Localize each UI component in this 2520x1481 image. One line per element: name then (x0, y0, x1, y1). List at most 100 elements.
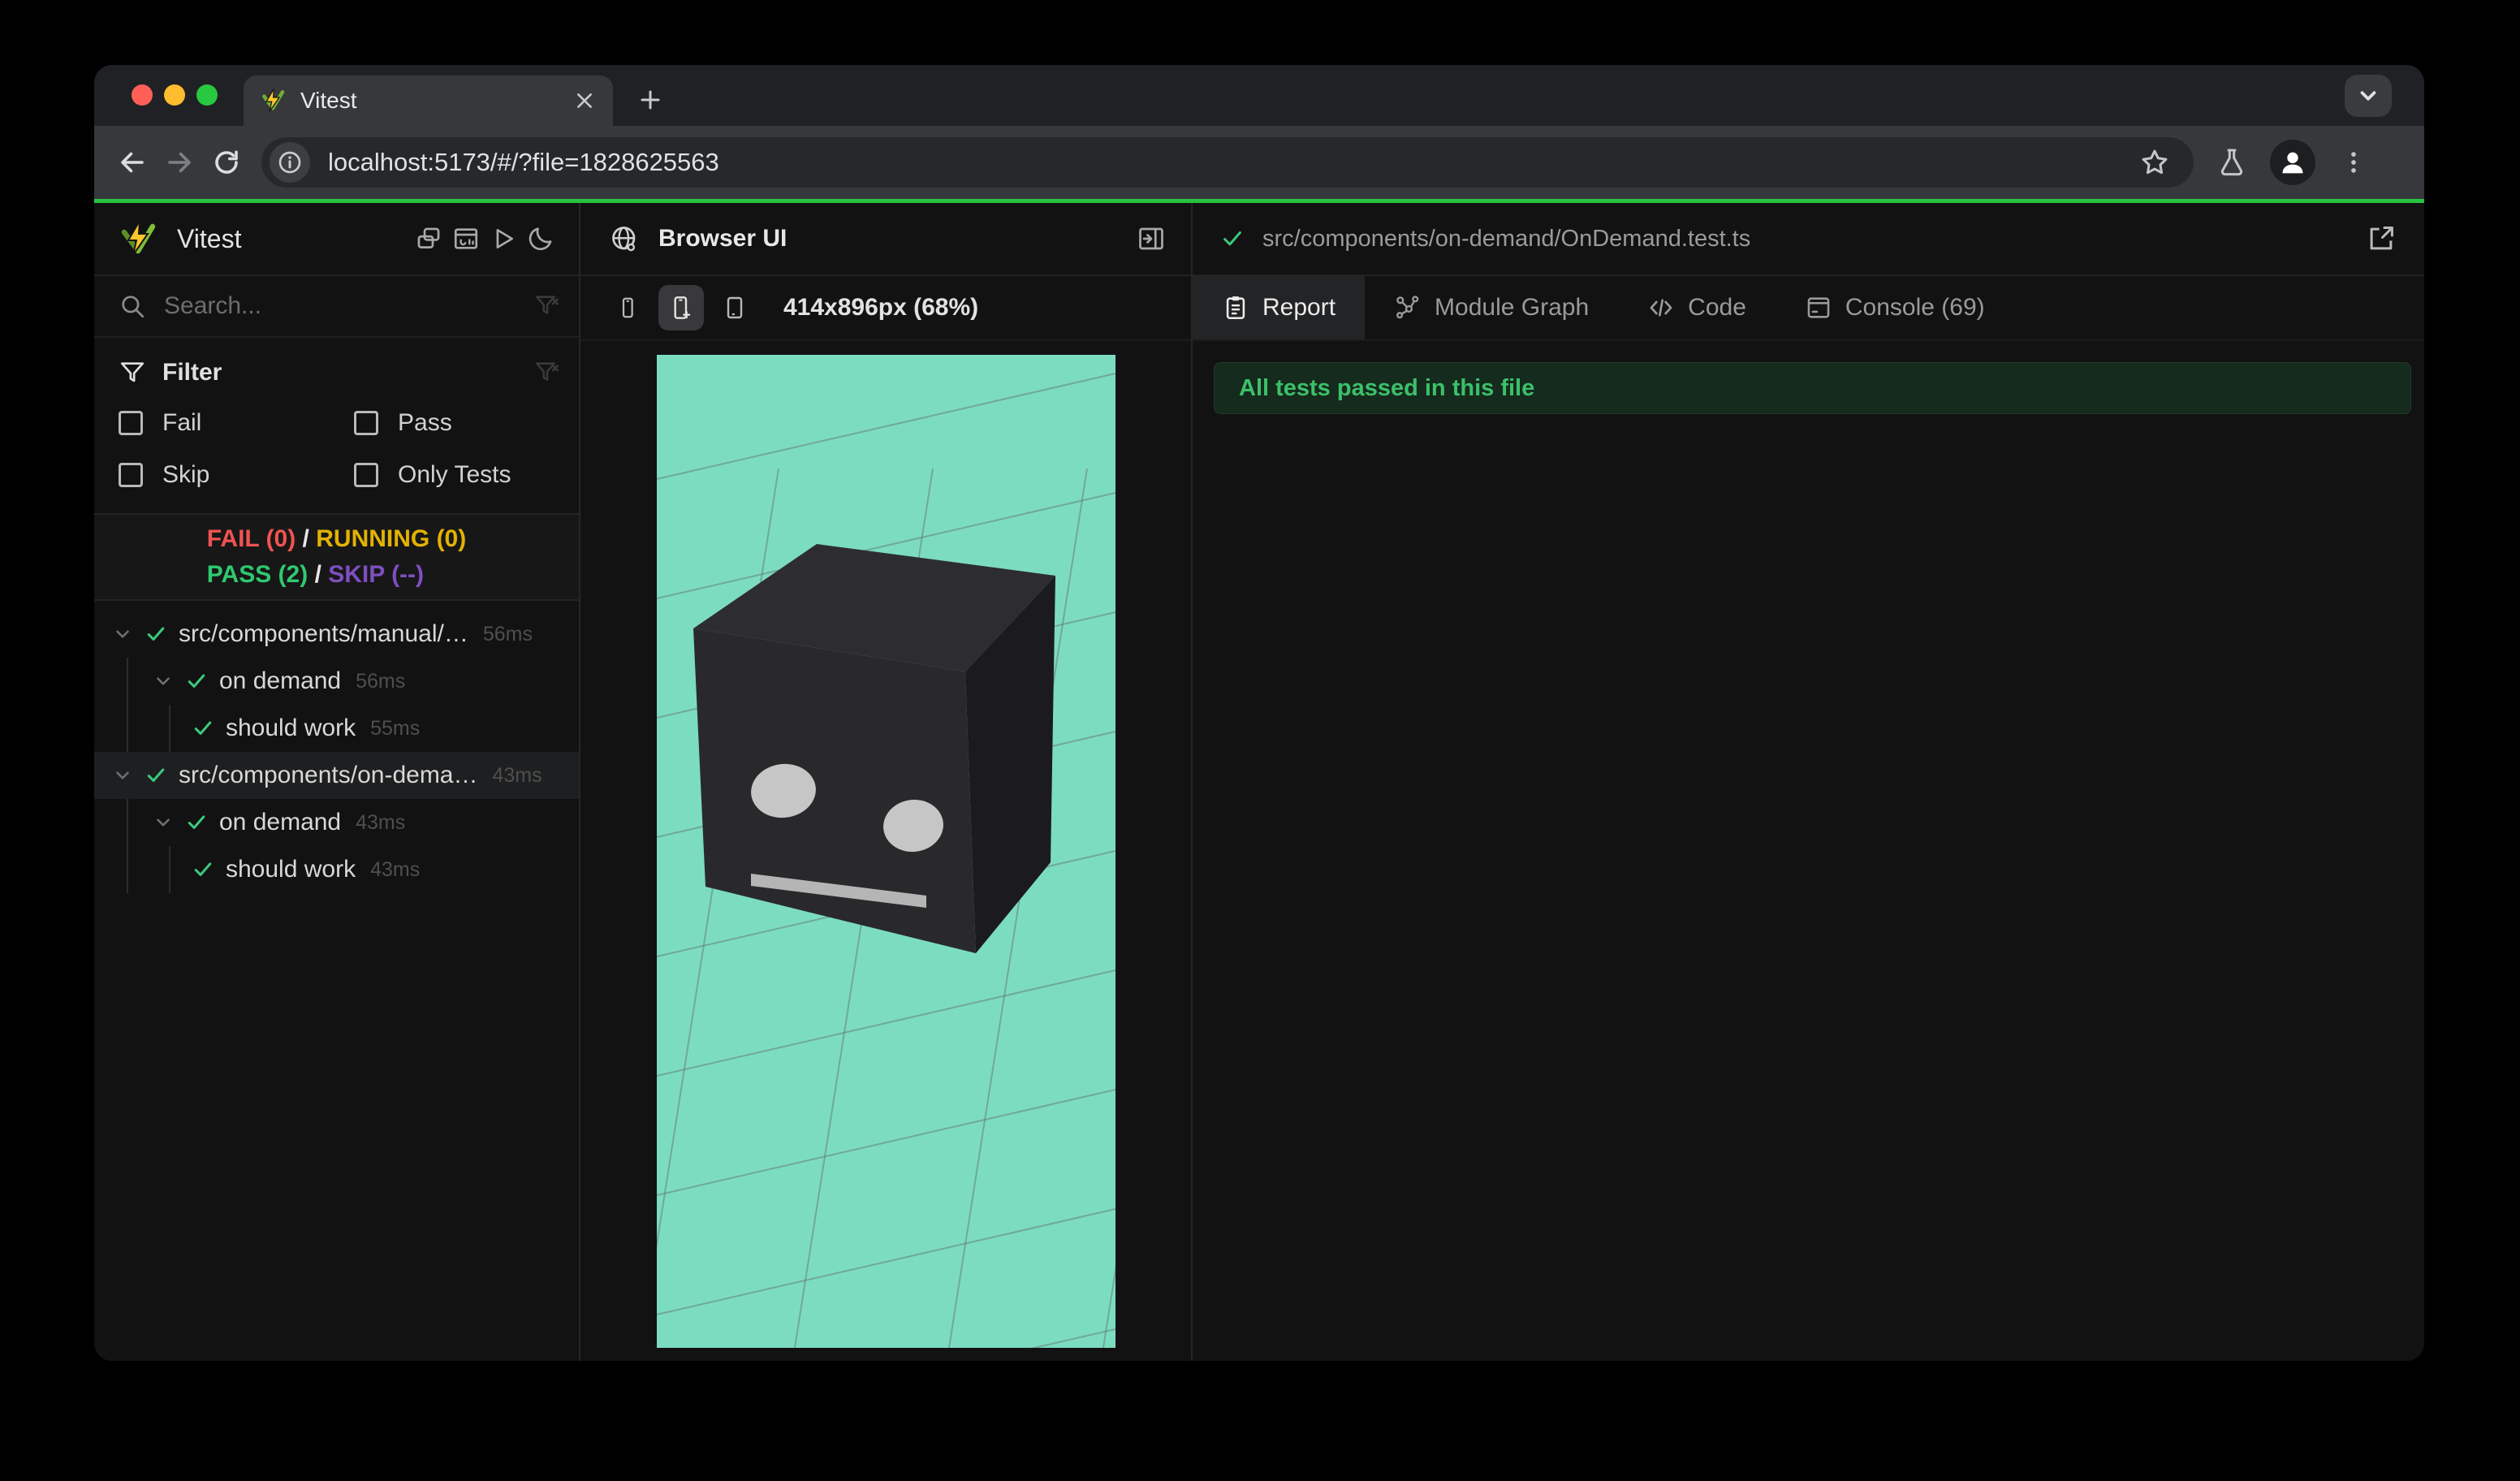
preview-content (580, 341, 1191, 1361)
checkbox-icon[interactable] (119, 463, 143, 487)
bookmark-star-icon[interactable] (2137, 147, 2173, 178)
tab-console[interactable]: Console (69) (1776, 276, 2014, 339)
reload-button[interactable] (203, 139, 250, 186)
test-duration: 56ms (482, 622, 533, 646)
profile-avatar[interactable] (2270, 140, 2315, 185)
new-tab-button[interactable] (628, 77, 673, 123)
test-duration: 43ms (370, 857, 421, 881)
running-count: RUNNING (0) (316, 525, 467, 552)
test-status-summary: FAIL (0) / RUNNING (0) PASS (2) / SKIP (… (94, 513, 579, 601)
test-iframe[interactable] (656, 355, 1115, 1348)
indent-guide (127, 705, 128, 752)
back-button[interactable] (109, 139, 156, 186)
checkbox-icon[interactable] (119, 411, 143, 435)
pass-check-icon (145, 764, 167, 787)
indent-guide (127, 658, 128, 705)
clear-filters-icon[interactable] (533, 359, 561, 386)
windows-stack-icon[interactable] (410, 220, 447, 257)
module-graph-icon (1396, 296, 1419, 319)
viewport-size-label: 414x896px (68%) (783, 294, 979, 321)
test-duration: 43ms (356, 810, 406, 834)
forward-button[interactable] (156, 139, 203, 186)
tab-close-icon[interactable] (571, 87, 598, 114)
test-file-row-selected[interactable]: src/components/on-dema… 43ms (94, 752, 579, 799)
search-icon (119, 292, 146, 320)
pass-count: PASS (2) (206, 561, 309, 588)
tab-module-graph[interactable]: Module Graph (1365, 276, 1618, 339)
tab-report[interactable]: Report (1193, 276, 1366, 339)
dashboard-icon[interactable] (447, 220, 485, 257)
tab-strip: Vitest (94, 65, 2424, 126)
vitest-logo-icon (121, 220, 156, 256)
test-file-label: src/components/manual/… (179, 620, 468, 647)
status-line-2: PASS (2) / SKIP (--) (206, 561, 425, 588)
skip-count: SKIP (--) (328, 561, 425, 588)
site-info-icon[interactable] (270, 142, 310, 183)
checkbox-icon[interactable] (354, 411, 378, 435)
dark-mode-moon-icon[interactable] (522, 220, 559, 257)
device-toolbar: 414x896px (68%) (580, 276, 1191, 341)
tab-code[interactable]: Code (1618, 276, 1776, 339)
browser-tab[interactable]: Vitest (244, 76, 613, 126)
filter-label: Skip (162, 461, 210, 488)
indent-guide (127, 799, 128, 846)
filter-checkbox-only-tests[interactable]: Only Tests (354, 461, 561, 489)
minimize-window-button[interactable] (164, 84, 185, 106)
checkbox-icon[interactable] (354, 463, 378, 487)
test-suite-row[interactable]: on demand 43ms (94, 799, 579, 846)
threejs-scene (656, 355, 1115, 1348)
panel-expand-icon[interactable] (1133, 220, 1170, 257)
maximize-window-button[interactable] (196, 84, 218, 106)
indent-guide (169, 705, 170, 752)
results-tabs: Report Module Graph Code Console (69) (1193, 276, 2424, 341)
filter-checkbox-pass[interactable]: Pass (354, 409, 561, 437)
preview-title: Browser UI (658, 225, 788, 252)
filter-checkbox-skip[interactable]: Skip (119, 461, 354, 489)
test-duration: 55ms (370, 716, 421, 740)
tab-label: Report (1262, 294, 1336, 321)
pass-check-icon (185, 811, 208, 834)
run-all-icon[interactable] (485, 220, 522, 257)
test-case-row[interactable]: should work 55ms (94, 705, 579, 752)
vitest-favicon-icon (262, 88, 285, 112)
chevron-down-icon[interactable] (153, 812, 174, 833)
report-content: All tests passed in this file (1193, 341, 2424, 1361)
address-bar[interactable]: localhost:5173/#/?file=1828625563 (261, 137, 2194, 188)
indent-guide (169, 846, 170, 893)
tab-label: Code (1688, 294, 1746, 321)
pass-check-icon (192, 717, 214, 740)
chevron-down-icon[interactable] (153, 671, 174, 692)
device-tablet-button[interactable] (712, 285, 757, 330)
device-phone-small-button[interactable] (605, 285, 650, 330)
sidebar-header: Vitest (94, 203, 579, 276)
status-line-1: FAIL (0) / RUNNING (0) (206, 525, 467, 552)
globe-icon (610, 224, 639, 253)
browser-menu-icon[interactable] (2328, 137, 2379, 188)
test-duration: 56ms (356, 669, 406, 693)
open-external-icon[interactable] (2362, 220, 2400, 257)
test-file-path: src/components/on-demand/OnDemand.test.t… (1262, 225, 1751, 252)
results-header: src/components/on-demand/OnDemand.test.t… (1193, 203, 2424, 276)
test-file-row[interactable]: src/components/manual/… 56ms (94, 611, 579, 658)
test-file-label: src/components/on-dema… (179, 762, 478, 788)
device-phone-plus-button[interactable] (658, 285, 704, 330)
tab-label: Console (69) (1845, 294, 1985, 321)
filter-checkbox-fail[interactable]: Fail (119, 409, 354, 437)
test-suite-label: on demand (219, 809, 342, 835)
experiments-flask-icon[interactable] (2207, 137, 2257, 188)
chevron-down-icon[interactable] (112, 765, 133, 786)
test-suite-row[interactable]: on demand 56ms (94, 658, 579, 705)
clear-search-filter-icon[interactable] (533, 292, 561, 320)
chevron-down-icon[interactable] (112, 624, 133, 645)
search-input[interactable] (164, 292, 533, 320)
indent-guide (127, 846, 128, 893)
tab-search-button[interactable] (2345, 75, 2392, 117)
test-case-row[interactable]: should work 43ms (94, 846, 579, 893)
url-text: localhost:5173/#/?file=1828625563 (328, 148, 719, 176)
close-window-button[interactable] (132, 84, 153, 106)
pass-check-icon (192, 858, 214, 881)
sidebar: Vitest Search... Filter Fail Pass Skip O… (94, 203, 579, 1361)
console-icon (1807, 297, 1830, 318)
report-clipboard-icon (1226, 296, 1245, 320)
filter-label: Pass (398, 409, 452, 436)
